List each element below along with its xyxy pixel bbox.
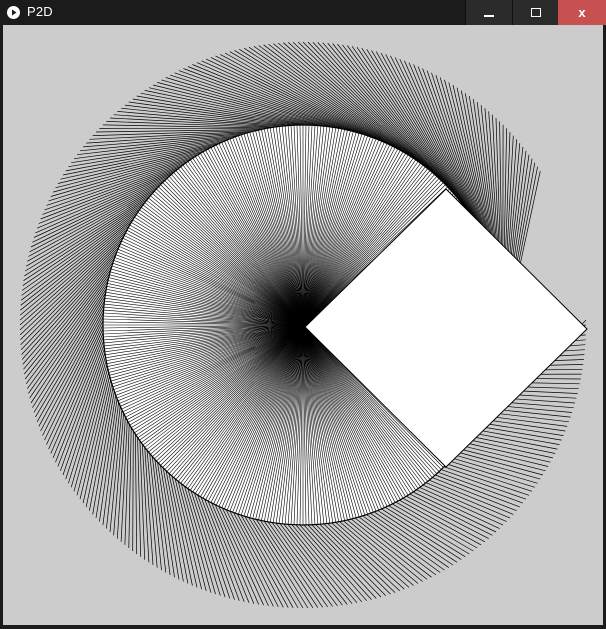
minimize-icon <box>484 14 494 17</box>
maximize-icon <box>531 8 541 17</box>
sketch-canvas[interactable] <box>3 25 603 625</box>
generative-drawing <box>3 25 603 625</box>
close-icon: x <box>578 5 586 20</box>
window-title: P2D <box>27 4 53 19</box>
sketch-window: P2D x <box>0 0 606 629</box>
minimize-button[interactable] <box>465 0 512 25</box>
title-bar[interactable]: P2D x <box>0 0 606 25</box>
maximize-button[interactable] <box>512 0 559 25</box>
processing-app-icon <box>7 6 20 19</box>
close-button[interactable]: x <box>558 0 606 25</box>
play-icon <box>12 9 17 16</box>
